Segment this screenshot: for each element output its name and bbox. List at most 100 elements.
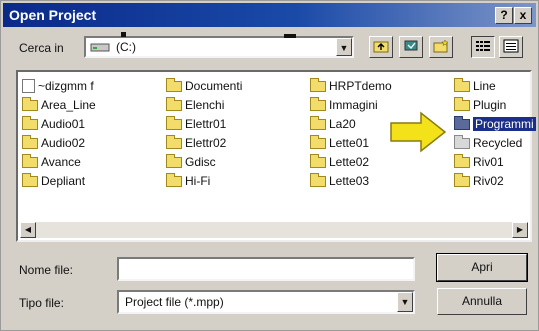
- folder-icon: [310, 172, 326, 187]
- list-item[interactable]: Documenti: [166, 77, 243, 94]
- file-list[interactable]: ~dizgmm f Area_Line Audio01 Audio02 Avan…: [16, 70, 536, 242]
- list-item[interactable]: Plugin: [454, 96, 507, 113]
- folder-icon: [22, 172, 38, 187]
- cancel-button-label: Annulla: [461, 294, 503, 308]
- folder-icon: [454, 115, 470, 130]
- list-item-label: Recycled: [473, 136, 523, 150]
- list-item-label: Plugin: [473, 98, 507, 112]
- filename-label-text: Nome file:: [19, 263, 74, 277]
- list-item[interactable]: Elenchi: [166, 96, 225, 113]
- document-icon: [22, 79, 35, 93]
- scroll-left-button[interactable]: ◀: [20, 222, 36, 238]
- lookin-value: (C:): [116, 40, 136, 54]
- list-item-label: Programmi: [473, 117, 536, 131]
- list-item[interactable]: Lette01: [310, 134, 370, 151]
- close-button[interactable]: x: [514, 7, 532, 24]
- list-item[interactable]: ~dizgmm f: [22, 78, 94, 94]
- up-folder-icon: [373, 39, 389, 56]
- list-item-label: Area_Line: [41, 98, 96, 112]
- scan-mark: [284, 34, 296, 38]
- new-folder-button[interactable]: [429, 36, 453, 58]
- folder-icon: [310, 115, 326, 130]
- lookin-label-text: Cerca in: [19, 41, 64, 55]
- filename-label: Nome file:: [19, 263, 73, 277]
- list-item[interactable]: Audio02: [22, 134, 86, 151]
- folder-icon: [166, 115, 182, 130]
- cancel-button[interactable]: Annulla: [437, 288, 527, 315]
- scan-mark: [121, 32, 126, 37]
- lookin-dropdown-button[interactable]: ▼: [336, 38, 352, 56]
- folder-icon: [166, 153, 182, 168]
- list-item-label: Lette02: [329, 155, 370, 169]
- folder-icon: [22, 96, 38, 111]
- chevron-right-icon: ▶: [516, 225, 524, 234]
- chevron-down-icon: ▼: [400, 297, 410, 307]
- list-item-label: Lette03: [329, 174, 370, 188]
- lookin-combo[interactable]: (C:) ▼: [84, 36, 354, 58]
- list-item-label: Hi-Fi: [185, 174, 211, 188]
- list-item-label: Elenchi: [185, 98, 225, 112]
- folder-icon: [454, 172, 470, 187]
- list-item[interactable]: Gdisc: [166, 153, 216, 170]
- folder-icon: [454, 77, 470, 92]
- list-item-label: Riv01: [473, 155, 504, 169]
- drive-icon: [90, 41, 110, 56]
- desktop-button[interactable]: [399, 36, 423, 58]
- list-item-selected[interactable]: Programmi: [454, 115, 536, 132]
- folder-icon: [310, 77, 326, 92]
- list-item[interactable]: La20: [310, 115, 356, 132]
- folder-icon: [454, 96, 470, 111]
- scroll-right-button[interactable]: ▶: [512, 222, 528, 238]
- list-item[interactable]: Line: [454, 77, 496, 94]
- folder-icon: [166, 77, 182, 92]
- filename-input[interactable]: [117, 257, 415, 281]
- folder-icon: [310, 153, 326, 168]
- filetype-value: Project file (*.mpp): [125, 295, 224, 309]
- folder-icon: [22, 115, 38, 130]
- details-view-button[interactable]: [499, 36, 523, 58]
- list-item[interactable]: Avance: [22, 153, 81, 170]
- folder-icon: [166, 134, 182, 149]
- desktop-icon: [403, 39, 419, 56]
- chevron-down-icon: ▼: [339, 43, 349, 53]
- title-bar: Open Project ? x: [3, 3, 536, 27]
- list-item-label: Audio01: [41, 117, 86, 131]
- list-view-button[interactable]: [471, 36, 495, 58]
- lookin-label: Cerca in: [19, 41, 64, 55]
- filetype-dropdown-button[interactable]: ▼: [397, 292, 413, 312]
- folder-icon: [22, 134, 38, 149]
- list-item[interactable]: Audio01: [22, 115, 86, 132]
- list-item[interactable]: HRPTdemo: [310, 77, 392, 94]
- list-item[interactable]: Hi-Fi: [166, 172, 211, 189]
- list-item-label: Depliant: [41, 174, 86, 188]
- list-item[interactable]: Recycled: [454, 134, 523, 151]
- list-item-label: Lette01: [329, 136, 370, 150]
- up-one-level-button[interactable]: [369, 36, 393, 58]
- list-item[interactable]: Area_Line: [22, 96, 96, 113]
- list-item-label: Line: [473, 79, 496, 93]
- list-item[interactable]: Depliant: [22, 172, 86, 189]
- filetype-combo[interactable]: Project file (*.mpp) ▼: [117, 290, 415, 314]
- help-button[interactable]: ?: [495, 7, 513, 24]
- list-item[interactable]: Immagini: [310, 96, 378, 113]
- callout-arrow-icon: [389, 111, 447, 156]
- list-item[interactable]: Riv02: [454, 172, 504, 189]
- list-item[interactable]: Elettr02: [166, 134, 227, 151]
- list-item-label: Audio02: [41, 136, 86, 150]
- filetype-label-text: Tipo file:: [19, 296, 64, 310]
- list-item-label: Elettr01: [185, 117, 227, 131]
- list-item[interactable]: Lette02: [310, 153, 370, 170]
- list-item-label: Elettr02: [185, 136, 227, 150]
- list-item-label: HRPTdemo: [329, 79, 392, 93]
- list-item[interactable]: Elettr01: [166, 115, 227, 132]
- horizontal-scrollbar[interactable]: ◀ ▶: [20, 222, 528, 238]
- new-folder-icon: [433, 38, 449, 56]
- folder-icon: [166, 96, 182, 111]
- open-button[interactable]: Apri: [436, 253, 528, 282]
- recycle-folder-icon: [454, 134, 470, 149]
- list-item-label: Documenti: [185, 79, 243, 93]
- list-view-icon: [475, 39, 491, 56]
- list-item[interactable]: Riv01: [454, 153, 504, 170]
- window-title: Open Project: [9, 7, 97, 23]
- list-item[interactable]: Lette03: [310, 172, 370, 189]
